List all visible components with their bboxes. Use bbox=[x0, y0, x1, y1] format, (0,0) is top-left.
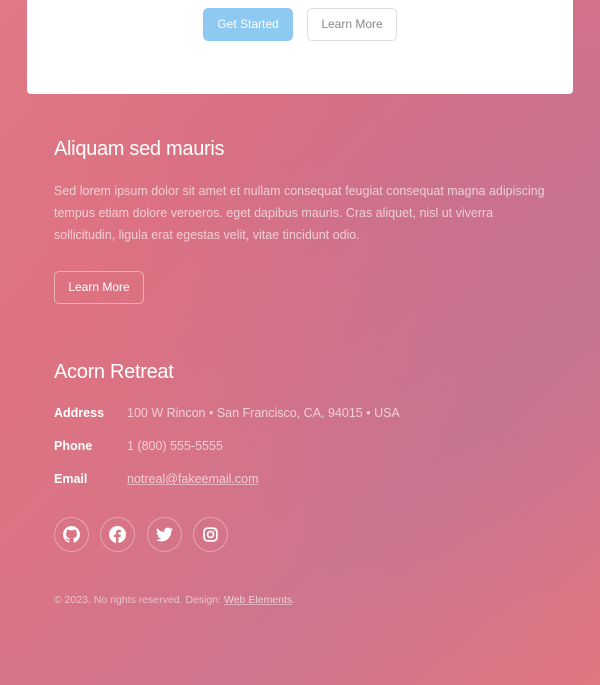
footer-copyright: © 2023. No rights reserved. Design: bbox=[54, 594, 222, 606]
github-icon[interactable] bbox=[54, 517, 89, 552]
email-label: Email bbox=[54, 472, 88, 486]
contact-title: Acorn Retreat bbox=[54, 361, 174, 383]
twitter-icon[interactable] bbox=[147, 517, 182, 552]
phone-label: Phone bbox=[54, 439, 93, 453]
section-body: Sed lorem ipsum dolor sit amet et nullam… bbox=[54, 184, 545, 242]
email-link[interactable]: notreal@fakeemail.com bbox=[127, 469, 259, 489]
intro-learn-more-button[interactable]: Learn More bbox=[307, 8, 397, 41]
background bbox=[0, 0, 600, 685]
footer: © 2023. No rights reserved. Design: Web … bbox=[54, 594, 295, 606]
instagram-icon[interactable] bbox=[193, 517, 228, 552]
address-label: Address bbox=[54, 406, 105, 420]
section-title: Aliquam sed mauris bbox=[54, 138, 225, 160]
address-value: 100 W Rincon • San Francisco, CA, 94015 … bbox=[127, 406, 400, 420]
intro-card: Get Started Learn More bbox=[27, 0, 573, 94]
learn-more-button[interactable]: Learn More bbox=[54, 271, 144, 304]
facebook-icon[interactable] bbox=[100, 517, 135, 552]
footer-period: . bbox=[292, 594, 296, 606]
design-credit-link[interactable]: Web Elements bbox=[224, 594, 292, 606]
phone-value: 1 (800) 555-5555 bbox=[127, 439, 223, 453]
get-started-button[interactable]: Get Started bbox=[203, 8, 293, 41]
